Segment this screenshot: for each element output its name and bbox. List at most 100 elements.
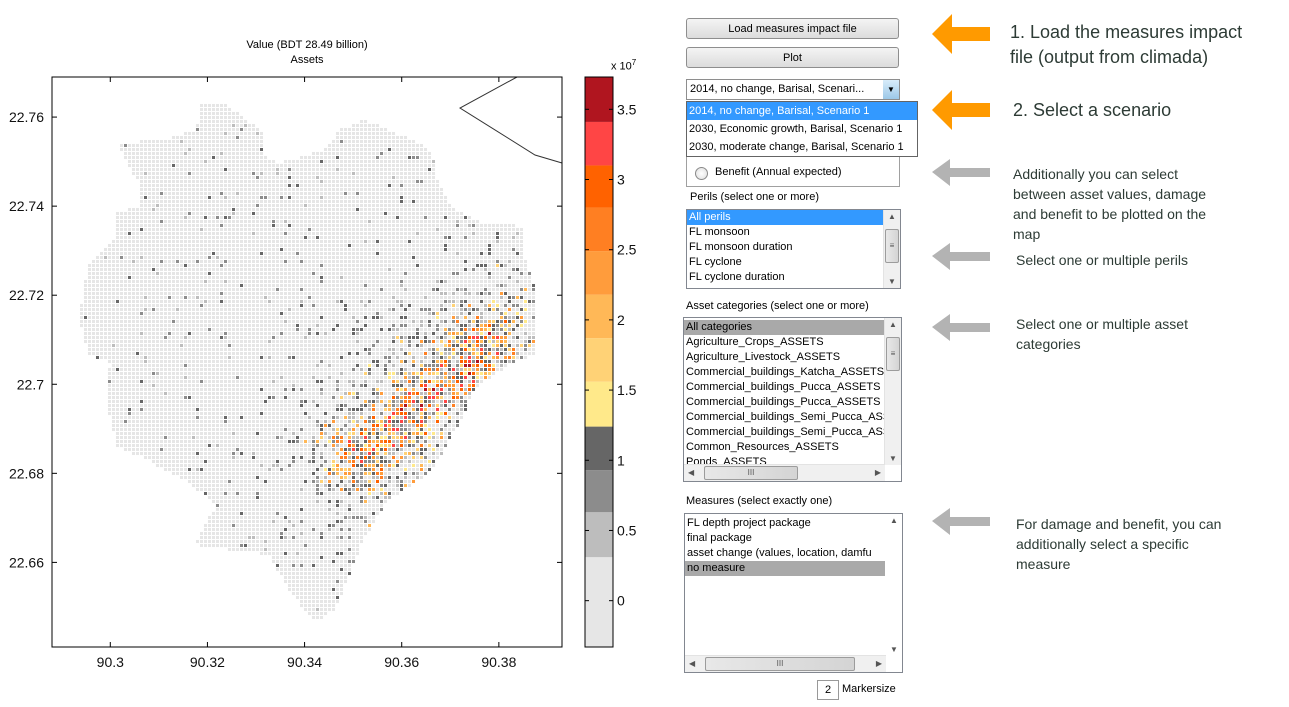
map-cell [248,212,251,215]
map-cell [344,264,347,267]
map-cell [472,224,475,227]
map-cell [112,304,115,307]
map-cell [252,332,255,335]
map-cell [464,228,467,231]
map-cell [380,256,383,259]
map-cell [464,332,467,335]
map-cell [124,156,127,159]
map-cell [396,224,399,227]
map-cell [204,156,207,159]
map-cell [300,180,303,183]
map-cell [248,268,251,271]
map-cell [200,308,203,311]
map-cell [348,196,351,199]
map-cell [220,220,223,223]
map-cell [328,204,331,207]
map-cell [340,336,343,339]
map-cell [288,232,291,235]
map-cell [224,176,227,179]
map-cell [92,324,95,327]
map-cell [316,292,319,295]
map-cell [404,136,407,139]
map-cell [172,216,175,219]
map-cell [260,204,263,207]
map-cell [168,176,171,179]
map-cell [368,132,371,135]
map-cell [460,268,463,271]
map-cell [416,300,419,303]
map-cell [180,240,183,243]
map-cell [136,324,139,327]
map-cell [304,164,307,167]
map-cell [444,224,447,227]
map-cell [340,284,343,287]
map-cell [368,128,371,131]
map-cell [252,256,255,259]
map-cell [152,244,155,247]
map-cell [140,312,143,315]
map-cell [224,240,227,243]
map-cell [196,312,199,315]
map-cell [344,244,347,247]
map-cell [192,340,195,343]
map-cell [156,284,159,287]
map-cell [252,224,255,227]
map-cell [120,296,123,299]
map-cell [200,332,203,335]
map-cell [324,300,327,303]
map-cell [512,300,515,303]
map-cell [240,328,243,331]
map-cell [236,180,239,183]
map-cell [252,316,255,319]
map-cell [368,172,371,175]
map-cell [516,312,519,315]
map-cell [220,320,223,323]
map-cell [292,200,295,203]
map-cell [248,300,251,303]
map-cell [116,220,119,223]
map-cell [300,308,303,311]
map-cell [208,280,211,283]
map-cell [328,276,331,279]
map-cell [212,272,215,275]
map-cell [304,272,307,275]
map-cell [192,200,195,203]
map-cell [308,336,311,339]
map-cell [432,264,435,267]
map-cell [220,224,223,227]
map-cell [520,296,523,299]
map-cell [240,164,243,167]
map-cell [444,276,447,279]
map-cell [312,268,315,271]
map-cell [288,248,291,251]
map-cell [404,312,407,315]
map-cell [316,304,319,307]
map-cell [332,308,335,311]
map-cell [164,216,167,219]
map-cell [92,272,95,275]
map-cell [280,256,283,259]
map-cell [132,340,135,343]
map-cell [184,136,187,139]
map-cell [144,180,147,183]
map-cell [396,228,399,231]
map-cell [516,292,519,295]
map-cell [356,152,359,155]
map-cell [516,328,519,331]
map-cell [440,332,443,335]
map-cell [292,232,295,235]
map-cell [308,260,311,263]
map-cell [200,236,203,239]
map-cell [432,248,435,251]
map-cell [136,240,139,243]
map-cell [124,280,127,283]
map-cell [188,240,191,243]
map-cell [216,168,219,171]
map-cell [488,228,491,231]
map-cell [212,252,215,255]
map-cell [324,208,327,211]
map-cell [444,248,447,251]
map-cell [408,140,411,143]
map-cell [236,116,239,119]
map-cell [268,216,271,219]
